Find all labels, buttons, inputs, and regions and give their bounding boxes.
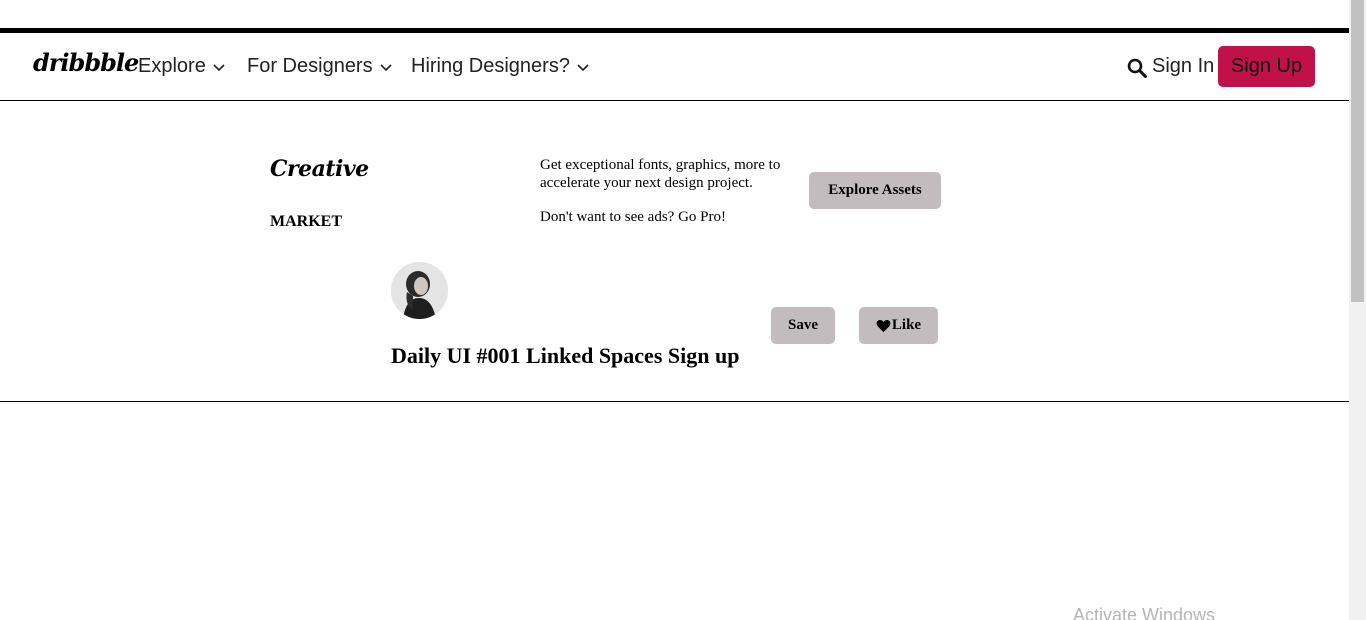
dribbble-logo[interactable]: dribbble	[33, 48, 139, 77]
go-pro-link[interactable]: Don't want to see ads? Go Pro!	[540, 209, 726, 226]
section-divider	[0, 401, 1349, 402]
scrollbar-thumb[interactable]	[1351, 0, 1364, 302]
search-icon[interactable]	[1127, 58, 1147, 78]
explore-assets-button[interactable]: Explore Assets	[809, 172, 941, 209]
nav-hiring-designers-label: Hiring Designers?	[411, 55, 570, 77]
avatar[interactable]	[391, 262, 448, 319]
save-button[interactable]: Save	[771, 307, 835, 344]
shot-title: Daily UI #001 Linked Spaces Sign up	[391, 343, 740, 368]
creative-market-logo-market[interactable]: MARKET	[270, 213, 342, 231]
sign-in-link[interactable]: Sign In	[1152, 55, 1214, 78]
activate-windows-watermark: Activate Windows	[1073, 605, 1216, 620]
nav-explore-label: Explore	[138, 55, 206, 77]
chevron-down-icon	[380, 63, 392, 71]
chevron-down-icon	[577, 63, 589, 71]
nav-for-designers-label: For Designers	[247, 55, 373, 77]
creative-market-logo-creative[interactable]: Creative	[270, 156, 369, 182]
navbar: dribbble Explore For Designers Hiring De…	[0, 33, 1349, 101]
nav-explore[interactable]: Explore	[138, 55, 226, 78]
avatar-image	[391, 262, 448, 319]
nav-hiring-designers[interactable]: Hiring Designers?	[411, 55, 590, 78]
chevron-down-icon	[213, 63, 225, 71]
nav-for-designers[interactable]: For Designers	[247, 55, 393, 78]
ad-text: Get exceptional fonts, graphics, more to…	[540, 157, 781, 191]
like-button[interactable]: Like	[859, 307, 938, 344]
like-label: Like	[891, 317, 922, 333]
sign-up-button[interactable]: Sign Up	[1218, 46, 1315, 87]
heart-icon	[876, 319, 891, 332]
